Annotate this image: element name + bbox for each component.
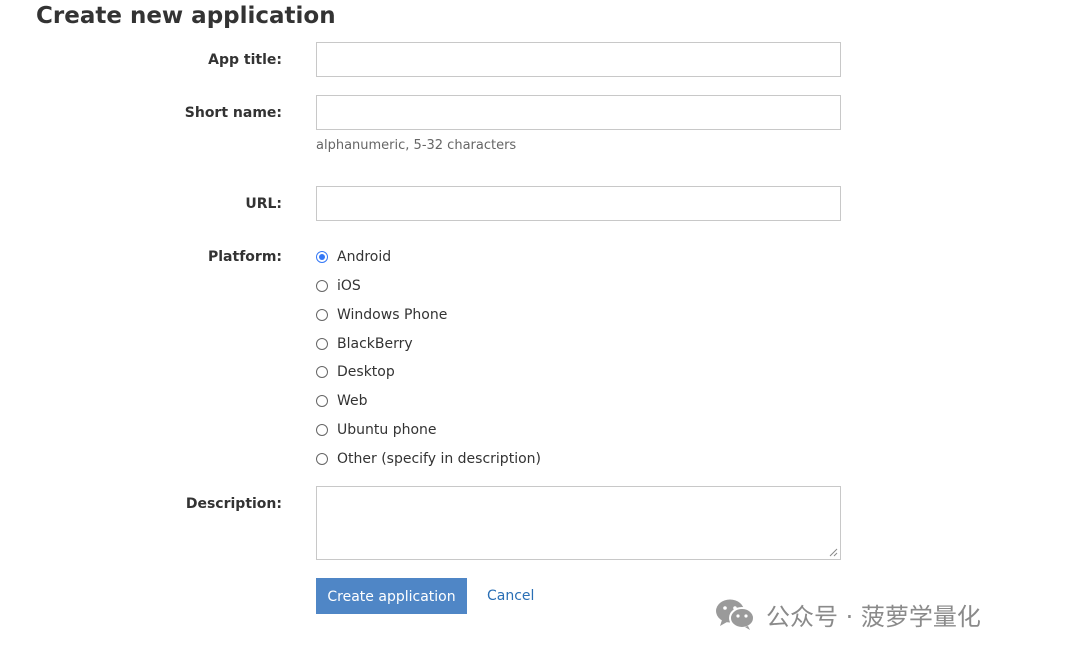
platform-option-other[interactable]: Other (specify in description) (316, 449, 541, 469)
app-title-label: App title: (208, 52, 282, 68)
create-application-button[interactable]: Create application (316, 578, 467, 614)
radio-button[interactable] (316, 309, 328, 321)
short-name-label: Short name: (184, 105, 282, 121)
platform-option-label: Other (specify in description) (337, 451, 541, 467)
watermark-text: 公众号 · 菠萝学量化 (766, 602, 981, 631)
description-textarea[interactable] (316, 486, 841, 560)
url-input[interactable] (316, 186, 841, 221)
platform-option-desktop[interactable]: Desktop (316, 362, 395, 382)
app-title-input[interactable] (316, 42, 841, 77)
platform-option-label: Ubuntu phone (337, 422, 437, 438)
watermark: 公众号 · 菠萝学量化 (714, 594, 981, 634)
platform-option-label: BlackBerry (337, 336, 413, 352)
radio-button[interactable] (316, 395, 328, 407)
platform-option-ubuntu-phone[interactable]: Ubuntu phone (316, 420, 437, 440)
radio-button[interactable] (316, 366, 328, 378)
page-title: Create new application (36, 3, 336, 29)
radio-button[interactable] (316, 453, 328, 465)
platform-option-web[interactable]: Web (316, 391, 368, 411)
short-name-input[interactable] (316, 95, 841, 130)
url-label: URL: (245, 196, 282, 212)
platform-option-label: Web (337, 393, 368, 409)
cancel-link[interactable]: Cancel (487, 587, 534, 605)
wechat-icon (716, 599, 755, 630)
platform-option-ios[interactable]: iOS (316, 276, 361, 296)
platform-option-label: iOS (337, 278, 361, 294)
platform-label: Platform: (208, 249, 282, 265)
platform-option-android[interactable]: Android (316, 247, 391, 267)
platform-option-label: Windows Phone (337, 307, 448, 323)
platform-option-windows-phone[interactable]: Windows Phone (316, 305, 447, 325)
platform-option-label: Android (337, 249, 392, 265)
description-label: Description: (185, 496, 282, 512)
radio-button-selected[interactable] (316, 251, 328, 263)
platform-option-label: Desktop (337, 364, 395, 380)
resize-handle-icon[interactable] (829, 548, 838, 557)
radio-button[interactable] (316, 280, 328, 292)
radio-button[interactable] (316, 424, 328, 436)
platform-option-blackberry[interactable]: BlackBerry (316, 334, 413, 354)
radio-button[interactable] (316, 338, 328, 350)
short-name-hint: alphanumeric, 5-32 characters (316, 138, 517, 153)
